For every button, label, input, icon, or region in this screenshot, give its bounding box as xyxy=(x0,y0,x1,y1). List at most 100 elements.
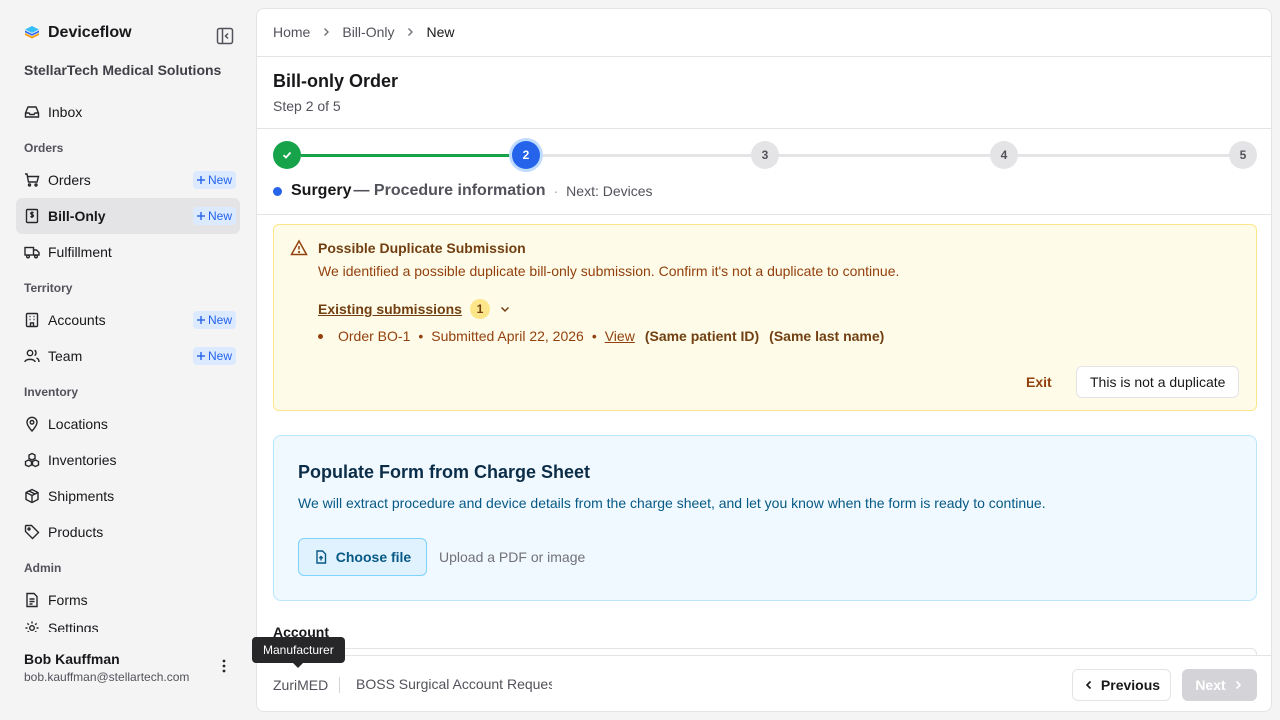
step-3[interactable]: 3 xyxy=(751,141,779,169)
package-icon xyxy=(24,488,40,504)
footer-account[interactable]: BOSS Surgical Account Request xyxy=(352,676,552,692)
step-4[interactable]: 4 xyxy=(990,141,1018,169)
more-vertical-icon[interactable] xyxy=(216,658,232,674)
separator: • xyxy=(591,328,597,344)
sidebar: Deviceflow StellarTech Medical Solutions… xyxy=(0,0,256,720)
title-divider xyxy=(257,128,1271,129)
account-select[interactable] xyxy=(273,648,1257,655)
plus-icon xyxy=(196,212,205,220)
step-connector xyxy=(779,154,990,157)
previous-label: Previous xyxy=(1100,677,1161,693)
sidebar-item-products[interactable]: Products xyxy=(16,514,240,550)
chevron-right-icon xyxy=(1235,680,1241,690)
sidebar-item-team[interactable]: Team New xyxy=(16,338,240,374)
next-button[interactable]: Next xyxy=(1182,669,1257,701)
step-2[interactable]: 2 xyxy=(512,141,540,169)
previous-button[interactable]: Previous xyxy=(1072,669,1171,701)
sidebar-item-orders[interactable]: Orders New xyxy=(16,162,240,198)
sidebar-nav: Inbox Orders Orders New Bill-Only New Fu… xyxy=(16,94,240,632)
sidebar-item-label: Forms xyxy=(48,592,88,608)
cart-icon xyxy=(24,172,40,188)
sidebar-item-label: Team xyxy=(48,348,83,364)
existing-submissions-toggle[interactable]: Existing submissions 1 xyxy=(318,299,512,319)
separator: • xyxy=(418,328,424,344)
chevron-right-icon xyxy=(404,26,416,38)
upload-hint: Upload a PDF or image xyxy=(439,549,586,565)
page-title: Bill-only Order xyxy=(273,71,399,91)
breadcrumb-bill-only[interactable]: Bill-Only xyxy=(342,24,394,40)
exit-button[interactable]: Exit xyxy=(1026,374,1052,390)
breadcrumb: Home Bill-Only New xyxy=(273,24,455,40)
building-icon xyxy=(24,312,40,328)
check-icon xyxy=(282,151,292,159)
chevron-right-icon xyxy=(320,26,332,38)
receipt-icon xyxy=(24,208,40,224)
choose-file-button[interactable]: Choose file xyxy=(298,538,427,576)
sidebar-item-settings[interactable]: Settings xyxy=(16,618,240,632)
footer-manufacturer[interactable]: ZuriMED xyxy=(273,677,328,693)
sidebar-item-inventories[interactable]: Inventories xyxy=(16,442,240,478)
sidebar-item-shipments[interactable]: Shipments xyxy=(16,478,240,514)
step-1[interactable] xyxy=(273,141,301,169)
boxes-icon xyxy=(24,452,40,468)
user-profile[interactable]: Bob Kauffman bob.kauffman@stellartech.co… xyxy=(0,644,256,720)
submission-order: Order BO-1 xyxy=(338,328,411,344)
chevron-left-icon xyxy=(1085,680,1091,690)
sidebar-item-bill-only[interactable]: Bill-Only New xyxy=(16,198,240,234)
alert-triangle-icon xyxy=(290,239,308,256)
sidebar-item-label: Orders xyxy=(48,172,91,188)
current-step-dot xyxy=(273,186,282,196)
view-submission-link[interactable]: View xyxy=(605,328,635,344)
sidebar-item-inbox[interactable]: Inbox xyxy=(16,94,240,130)
choose-file-label: Choose file xyxy=(335,549,412,565)
charge-sheet-panel: Populate Form from Charge Sheet We will … xyxy=(273,435,1257,601)
manufacturer-tooltip: Manufacturer xyxy=(252,637,345,663)
breadcrumb-home[interactable]: Home xyxy=(273,24,310,40)
warning-text: We identified a possible duplicate bill-… xyxy=(318,263,900,279)
new-account-button[interactable]: New xyxy=(192,311,236,329)
sidebar-item-label: Products xyxy=(48,524,104,540)
sidebar-item-label: Settings xyxy=(48,620,99,632)
sidebar-item-fulfillment[interactable]: Fulfillment xyxy=(16,234,240,270)
step-caption-next: Next: Devices xyxy=(566,183,653,199)
step-caption-subtitle: — Procedure information xyxy=(353,182,546,199)
gear-icon xyxy=(24,620,40,632)
org-name: StellarTech Medical Solutions xyxy=(24,62,222,78)
warning-title: Possible Duplicate Submission xyxy=(318,240,526,256)
submission-date: Submitted April 22, 2026 xyxy=(431,328,584,344)
sidebar-item-label: Inventories xyxy=(48,452,117,468)
brand-name: Deviceflow xyxy=(48,24,132,41)
not-duplicate-button[interactable]: This is not a duplicate xyxy=(1076,366,1240,398)
existing-submissions-link[interactable]: Existing submissions xyxy=(318,301,462,317)
submission-count-badge: 1 xyxy=(469,299,490,319)
sidebar-item-label: Shipments xyxy=(48,488,115,504)
chevron-down-icon[interactable] xyxy=(498,302,512,316)
next-label: Next xyxy=(1195,677,1226,693)
sidebar-item-accounts[interactable]: Accounts New xyxy=(16,302,240,338)
new-team-member-button[interactable]: New xyxy=(192,347,236,365)
sidebar-item-label: Bill-Only xyxy=(48,208,106,224)
nav-group-inventory: Inventory xyxy=(24,385,79,399)
charge-sheet-text: We will extract procedure and device det… xyxy=(298,495,1046,511)
step-caption-title: Surgery xyxy=(291,182,352,199)
tooltip-arrow xyxy=(292,662,304,668)
sidebar-item-label: Locations xyxy=(48,416,108,432)
page-step: Step 2 of 5 xyxy=(273,98,341,114)
new-order-button[interactable]: New xyxy=(192,171,236,189)
plus-icon xyxy=(196,316,205,324)
form-content[interactable]: Possible Duplicate Submission We identif… xyxy=(257,216,1271,655)
brand[interactable]: Deviceflow xyxy=(24,24,132,42)
map-pin-icon xyxy=(24,416,40,432)
new-label: New xyxy=(207,173,232,187)
step-5[interactable]: 5 xyxy=(1229,141,1257,169)
step-connector xyxy=(301,154,512,157)
sidebar-item-locations[interactable]: Locations xyxy=(16,406,240,442)
sidebar-item-forms[interactable]: Forms xyxy=(16,582,240,618)
step-caption: Surgery — Procedure information · Next: … xyxy=(273,182,653,200)
plus-icon xyxy=(196,352,205,360)
sidebar-item-label: Inbox xyxy=(48,104,83,120)
sidebar-item-label: Fulfillment xyxy=(48,244,112,260)
sidebar-collapse-icon[interactable] xyxy=(216,27,234,45)
new-bill-only-button[interactable]: New xyxy=(192,207,236,225)
tag-icon xyxy=(24,524,40,540)
